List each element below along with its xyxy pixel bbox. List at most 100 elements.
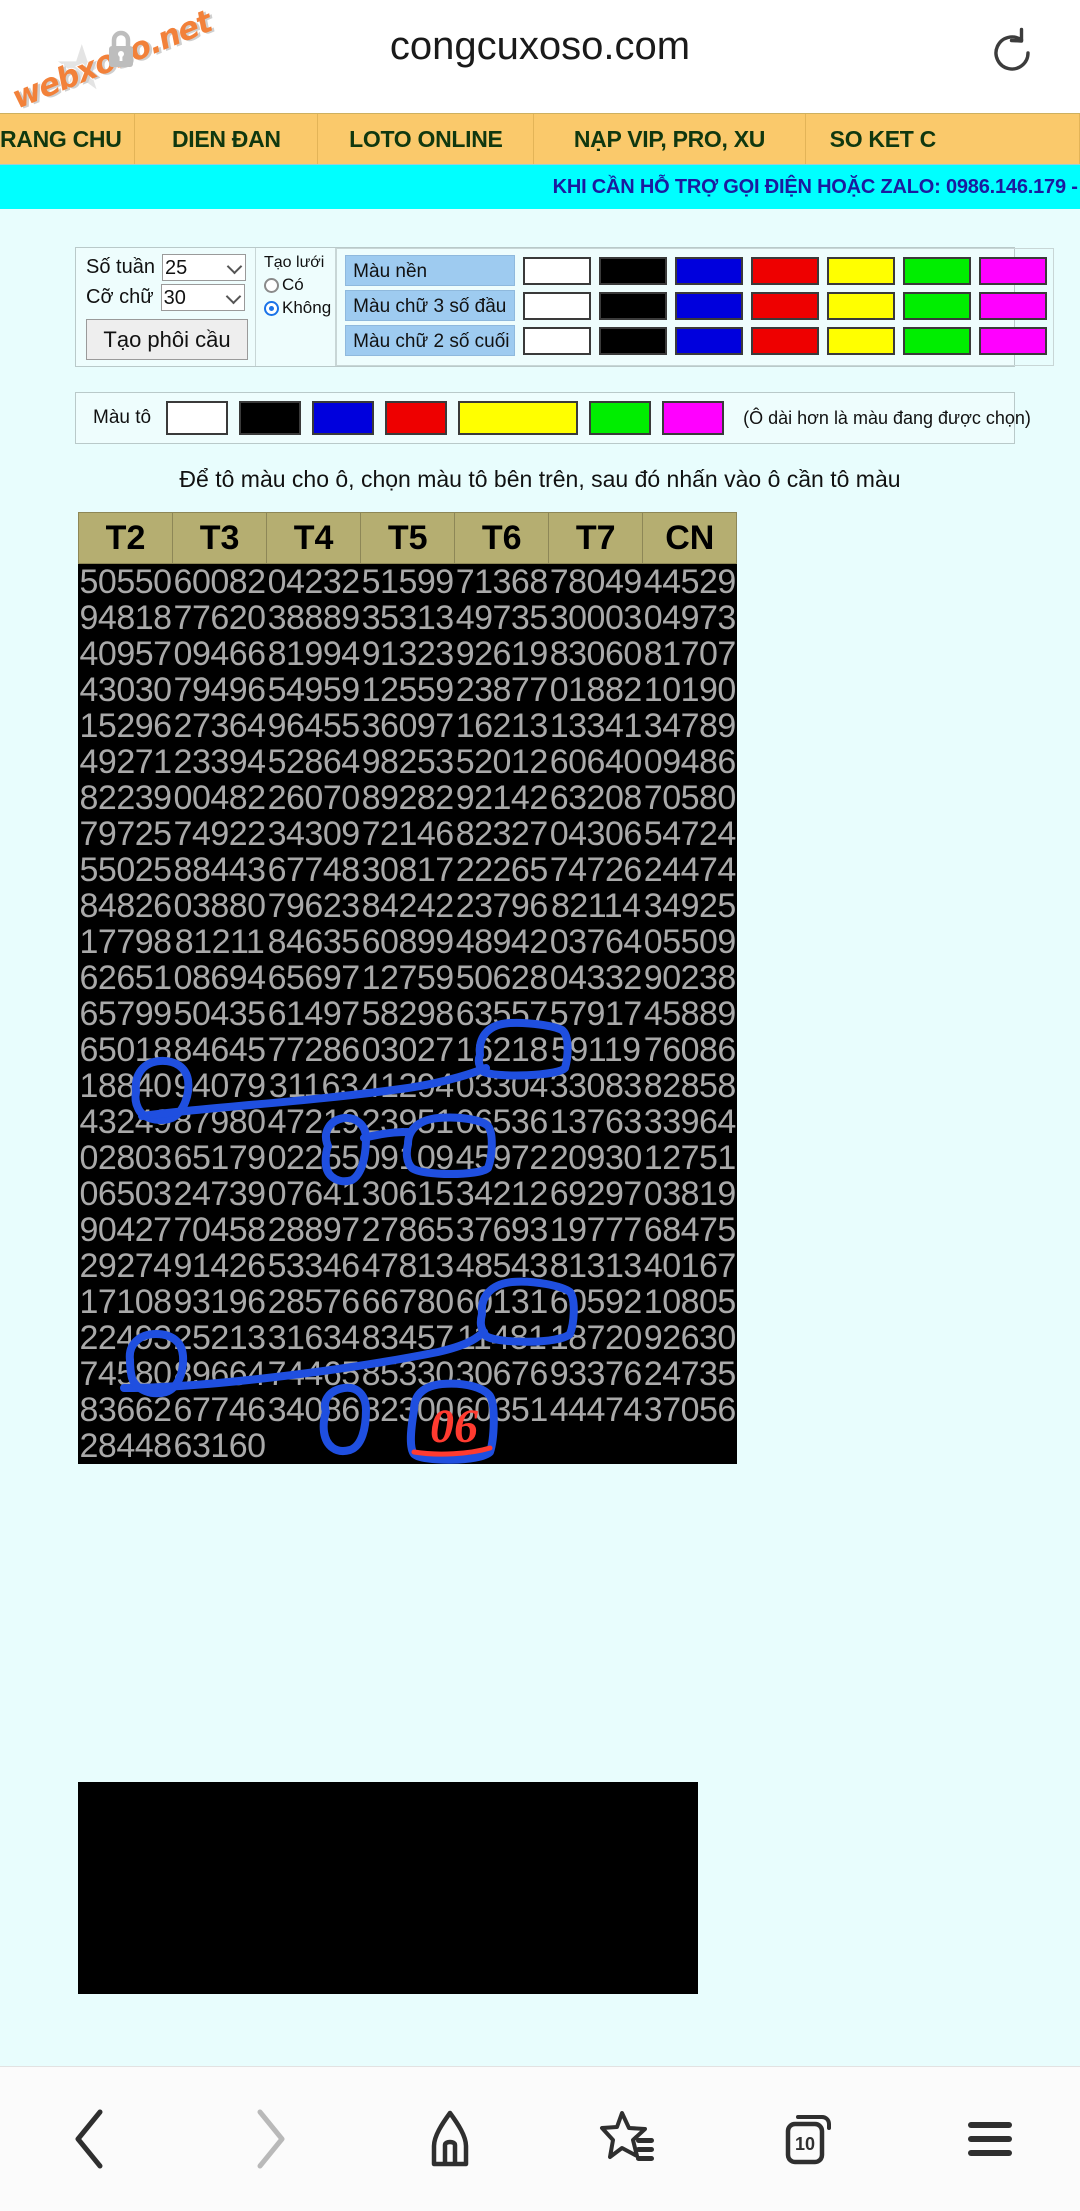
- table-cell[interactable]: 84826: [79, 888, 173, 924]
- table-cell[interactable]: 62651: [79, 960, 173, 996]
- table-cell[interactable]: 89282: [361, 780, 455, 816]
- table-cell[interactable]: 71368: [455, 564, 549, 601]
- table-cell[interactable]: 87980: [173, 1104, 267, 1140]
- table-cell[interactable]: 51599: [361, 564, 455, 601]
- table-cell[interactable]: 49271: [79, 744, 173, 780]
- table-cell[interactable]: 84645: [173, 1032, 267, 1068]
- weeks-select[interactable]: 25: [161, 254, 246, 281]
- table-cell[interactable]: 89664: [173, 1356, 267, 1392]
- table-cell[interactable]: 82239: [79, 780, 173, 816]
- table-cell[interactable]: 60899: [361, 924, 455, 960]
- table-cell[interactable]: 53346: [267, 1248, 361, 1284]
- table-cell[interactable]: 10805: [643, 1284, 737, 1320]
- fill-swatch-white[interactable]: [166, 401, 229, 435]
- table-cell[interactable]: 48942: [455, 924, 549, 960]
- table-cell[interactable]: 27865: [361, 1212, 455, 1248]
- grid-radio-no[interactable]: Không: [264, 298, 331, 318]
- table-cell[interactable]: 37056: [643, 1392, 737, 1428]
- table-cell[interactable]: 40957: [79, 636, 173, 672]
- last2-swatch-green[interactable]: [903, 326, 972, 355]
- grid-radio-yes[interactable]: Có: [264, 275, 331, 295]
- table-cell[interactable]: 30817: [361, 852, 455, 888]
- table-cell[interactable]: 81707: [643, 636, 737, 672]
- table-cell[interactable]: 22265: [455, 852, 549, 888]
- table-cell[interactable]: 38889: [267, 600, 361, 636]
- fontsize-select[interactable]: 30: [160, 284, 245, 311]
- table-cell[interactable]: 68475: [643, 1212, 737, 1248]
- table-cell[interactable]: 12559: [361, 672, 455, 708]
- table-cell[interactable]: 90238: [643, 960, 737, 996]
- table-cell[interactable]: 91426: [173, 1248, 267, 1284]
- table-cell[interactable]: 83662: [79, 1392, 173, 1428]
- table-cell[interactable]: 52012: [455, 744, 549, 780]
- table-cell[interactable]: 54724: [643, 816, 737, 852]
- table-cell[interactable]: 60082: [173, 564, 267, 601]
- table-cell[interactable]: 74465: [267, 1356, 361, 1392]
- table-cell[interactable]: 74580: [79, 1356, 173, 1392]
- bg-swatch-blue[interactable]: [675, 256, 744, 285]
- table-header-t6[interactable]: T6: [454, 512, 550, 564]
- table-cell[interactable]: 81313: [549, 1248, 643, 1284]
- table-cell[interactable]: 65018: [79, 1032, 173, 1068]
- table-cell[interactable]: 65697: [267, 960, 361, 996]
- table-cell[interactable]: 79496: [173, 672, 267, 708]
- table-cell[interactable]: 20930: [549, 1140, 643, 1176]
- table-cell[interactable]: 65179: [173, 1140, 267, 1176]
- table-cell[interactable]: 63208: [549, 780, 643, 816]
- table-cell[interactable]: 44529: [643, 564, 737, 601]
- table-cell[interactable]: 03304: [455, 1068, 549, 1104]
- table-cell[interactable]: 65799: [79, 996, 173, 1032]
- fill-swatch-blue[interactable]: [312, 401, 375, 435]
- table-cell[interactable]: 57917: [549, 996, 643, 1032]
- table-cell[interactable]: 17798: [79, 924, 173, 960]
- table-cell[interactable]: 63557: [455, 996, 549, 1032]
- table-cell[interactable]: 12759: [361, 960, 455, 996]
- table-cell[interactable]: 26070: [267, 780, 361, 816]
- url-title[interactable]: congcuxoso.com: [0, 24, 1080, 69]
- table-cell[interactable]: 84635: [267, 924, 361, 960]
- table-cell[interactable]: 06503: [79, 1176, 173, 1212]
- table-cell[interactable]: 81211: [173, 924, 267, 960]
- table-cell[interactable]: 47219: [267, 1104, 361, 1140]
- table-cell[interactable]: 23796: [455, 888, 549, 924]
- table-cell[interactable]: 84242: [361, 888, 455, 924]
- first3-swatch-magenta[interactable]: [979, 291, 1048, 320]
- table-cell[interactable]: 40167: [643, 1248, 737, 1284]
- table-cell[interactable]: 04332: [549, 960, 643, 996]
- table-cell[interactable]: 04232: [267, 564, 361, 601]
- table-cell[interactable]: 10190: [643, 672, 737, 708]
- table-cell[interactable]: 03764: [549, 924, 643, 960]
- table-empty-area[interactable]: [78, 1782, 698, 1994]
- first3-swatch-white[interactable]: [523, 291, 592, 320]
- fill-swatch-yellow-selected[interactable]: [458, 401, 579, 435]
- table-cell[interactable]: 37693: [455, 1212, 549, 1248]
- bg-swatch-green[interactable]: [903, 256, 972, 285]
- table-cell[interactable]: 16218: [455, 1032, 549, 1068]
- table-cell[interactable]: 24739: [173, 1176, 267, 1212]
- table-cell[interactable]: 78049: [549, 564, 643, 601]
- table-cell[interactable]: 27364: [173, 708, 267, 744]
- table-cell[interactable]: 92142: [455, 780, 549, 816]
- table-cell[interactable]: 34789: [643, 708, 737, 744]
- nav-item-loto-online[interactable]: LOTO ONLINE: [318, 114, 535, 164]
- nav-item-nap-vip-pro-xu[interactable]: NẠP VIP, PRO, XU: [534, 114, 806, 164]
- tabs-button[interactable]: 10: [755, 2084, 865, 2194]
- bg-swatch-yellow[interactable]: [827, 256, 896, 285]
- reload-icon[interactable]: [984, 25, 1040, 81]
- first3-swatch-blue[interactable]: [675, 291, 744, 320]
- table-cell[interactable]: 50435: [173, 996, 267, 1032]
- table-cell[interactable]: 05509: [643, 924, 737, 960]
- table-cell[interactable]: 92630: [643, 1320, 737, 1356]
- table-cell[interactable]: 41294: [361, 1068, 455, 1104]
- table-cell[interactable]: 54959: [267, 672, 361, 708]
- last2-swatch-blue[interactable]: [675, 326, 744, 355]
- table-cell[interactable]: 22493: [79, 1320, 173, 1356]
- table-cell[interactable]: 77620: [173, 600, 267, 636]
- table-cell[interactable]: 74922: [173, 816, 267, 852]
- table-cell[interactable]: [549, 1428, 643, 1464]
- table-cell[interactable]: 13763: [549, 1104, 643, 1140]
- table-cell[interactable]: 81994: [267, 636, 361, 672]
- table-cell[interactable]: 28576: [267, 1284, 361, 1320]
- table-cell[interactable]: 13341: [549, 708, 643, 744]
- table-cell[interactable]: 82858: [643, 1068, 737, 1104]
